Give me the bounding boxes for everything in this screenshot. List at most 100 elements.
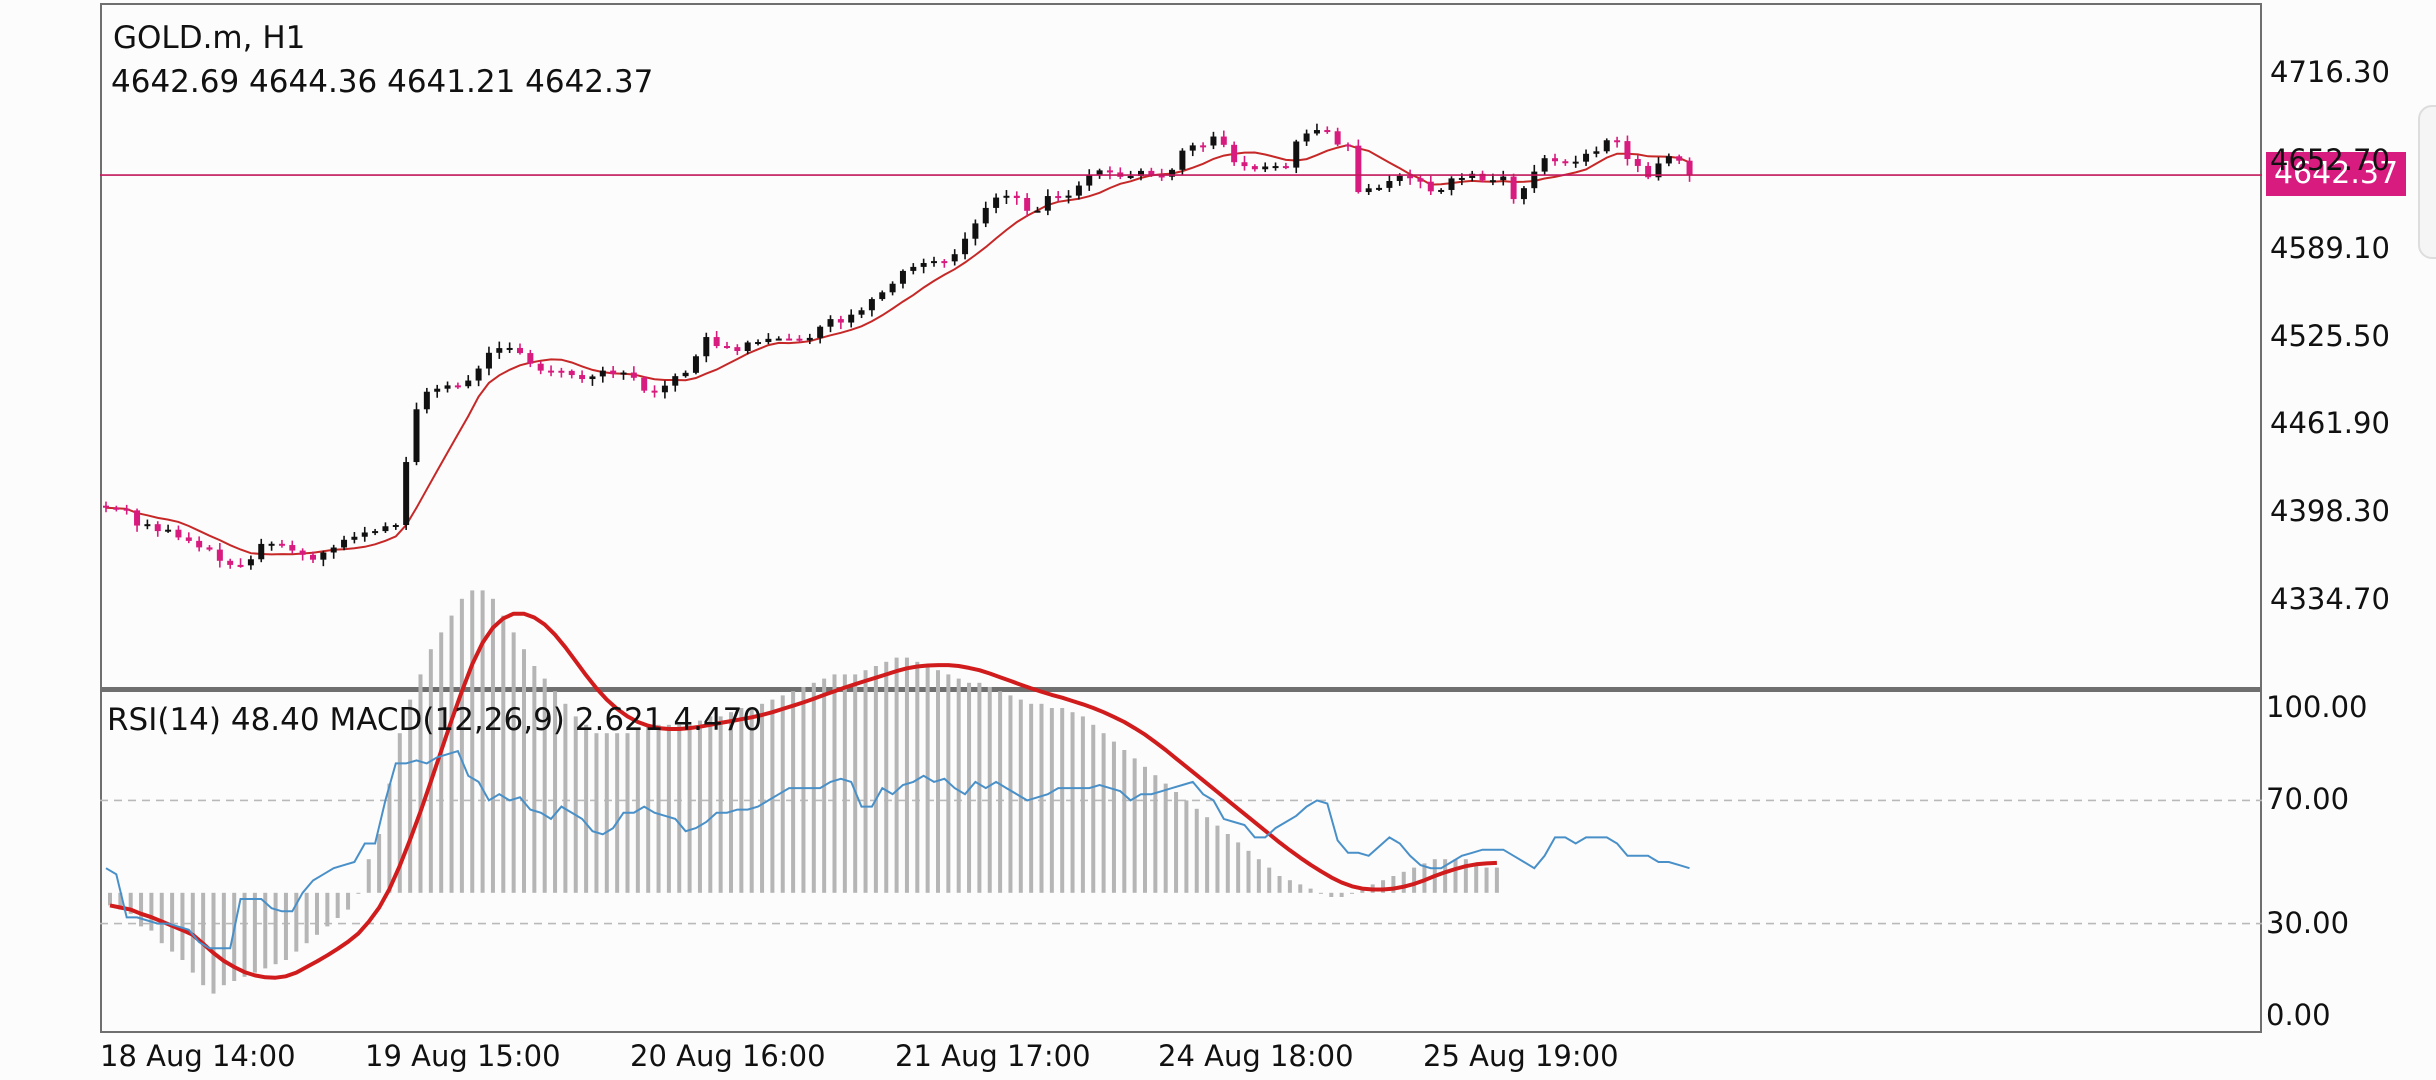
candle-body bbox=[1624, 141, 1631, 160]
macd-histogram-bar bbox=[335, 892, 340, 918]
price-tick-label: 4334.70 bbox=[2270, 582, 2390, 616]
candle-body bbox=[382, 526, 389, 532]
candle-body bbox=[517, 347, 523, 354]
candle bbox=[775, 336, 782, 341]
candle-body bbox=[144, 524, 151, 527]
indicator-tick-label: 70.00 bbox=[2266, 782, 2350, 817]
candle bbox=[692, 354, 699, 375]
candle bbox=[1510, 173, 1517, 204]
candle bbox=[1013, 191, 1020, 205]
candle-body bbox=[134, 510, 141, 526]
macd-histogram-bar bbox=[1174, 792, 1179, 893]
candle-body bbox=[1552, 158, 1558, 162]
macd-histogram-bar bbox=[780, 695, 785, 893]
candle-body bbox=[1127, 176, 1134, 179]
candle-body bbox=[765, 338, 772, 343]
candle bbox=[423, 387, 430, 414]
candle bbox=[185, 532, 192, 544]
candle-body bbox=[434, 388, 441, 392]
candle-body bbox=[868, 299, 875, 311]
candle-body bbox=[299, 550, 306, 555]
macd-histogram-bar bbox=[108, 892, 112, 906]
candle-body bbox=[1345, 144, 1351, 147]
candle-body bbox=[941, 261, 948, 264]
candle-body bbox=[993, 197, 1000, 208]
macd-histogram-bar bbox=[977, 682, 982, 893]
candle bbox=[1189, 142, 1196, 157]
candle-body bbox=[216, 549, 223, 561]
macd-histogram-bar bbox=[656, 724, 661, 893]
candle-body bbox=[496, 348, 503, 353]
candle bbox=[485, 346, 492, 376]
macd-histogram-bar bbox=[1267, 867, 1272, 893]
candle-body bbox=[196, 540, 203, 548]
candle-body bbox=[1231, 144, 1238, 163]
symbol-timeframe: GOLD.m, H1 bbox=[113, 20, 306, 56]
candle-body bbox=[724, 346, 730, 349]
candle-body bbox=[1282, 166, 1289, 169]
macd-histogram-bar bbox=[1049, 708, 1054, 893]
candle-body bbox=[465, 380, 472, 387]
candle bbox=[444, 381, 451, 393]
candle-body bbox=[1024, 197, 1031, 211]
candle-body bbox=[837, 319, 844, 323]
candle-body bbox=[237, 564, 244, 567]
candle-body bbox=[620, 372, 627, 375]
candle-body bbox=[1272, 166, 1279, 169]
macd-histogram-bar bbox=[439, 632, 444, 893]
side-panel-handle[interactable] bbox=[2418, 105, 2436, 259]
indicator-tick-label: 30.00 bbox=[2266, 905, 2350, 940]
candle bbox=[1676, 154, 1683, 165]
candle bbox=[1614, 136, 1621, 148]
candle bbox=[589, 374, 596, 386]
candle bbox=[817, 325, 824, 344]
candle-body bbox=[1179, 150, 1186, 170]
candle-body bbox=[703, 337, 710, 357]
candle-body bbox=[1572, 161, 1579, 164]
candle-body bbox=[962, 238, 969, 255]
time-tick-label: 19 Aug 15:00 bbox=[365, 1039, 561, 1073]
candle-body bbox=[1686, 160, 1693, 176]
time-tick-label: 21 Aug 17:00 bbox=[895, 1039, 1091, 1073]
candle bbox=[837, 315, 844, 330]
candle bbox=[154, 521, 161, 537]
candle-body bbox=[1376, 187, 1383, 190]
candle-body bbox=[1334, 131, 1341, 145]
candle-body bbox=[1407, 175, 1414, 179]
candle-body bbox=[310, 554, 316, 560]
chart-screen: { "header": { "symbol_timeframe": "GOLD.… bbox=[0, 0, 2436, 1080]
candle-body bbox=[403, 462, 410, 526]
candle bbox=[972, 219, 979, 246]
candle bbox=[465, 375, 472, 389]
candle bbox=[299, 548, 306, 561]
macd-histogram-bar bbox=[1091, 724, 1096, 893]
candle-body bbox=[630, 372, 637, 378]
candle bbox=[1365, 183, 1372, 195]
macd-histogram-bar bbox=[252, 892, 257, 973]
candle-body bbox=[185, 537, 192, 541]
macd-histogram-bar bbox=[1308, 888, 1313, 893]
candle-body bbox=[392, 525, 399, 528]
candle bbox=[848, 309, 855, 328]
candle-body bbox=[351, 536, 358, 540]
candle-body bbox=[1241, 162, 1248, 167]
candle bbox=[1169, 168, 1176, 181]
candle-body bbox=[1562, 161, 1569, 164]
candle bbox=[703, 332, 710, 363]
candle bbox=[1438, 188, 1445, 194]
macd-histogram-bar bbox=[873, 666, 878, 893]
macd-histogram-bar bbox=[1350, 892, 1354, 894]
macd-histogram-bar bbox=[1298, 884, 1303, 893]
macd-histogram-bar bbox=[594, 733, 599, 893]
candle bbox=[786, 333, 793, 341]
macd-histogram-bar bbox=[1484, 867, 1489, 893]
candle bbox=[641, 376, 648, 393]
candle-body bbox=[1365, 188, 1372, 193]
candle-body bbox=[548, 370, 555, 373]
candle bbox=[548, 365, 555, 377]
macd-histogram-bar bbox=[211, 892, 216, 994]
macd-histogram-bar bbox=[1008, 695, 1013, 893]
candle bbox=[278, 539, 285, 548]
candle bbox=[413, 402, 420, 466]
chart-canvas[interactable] bbox=[0, 0, 2436, 1080]
